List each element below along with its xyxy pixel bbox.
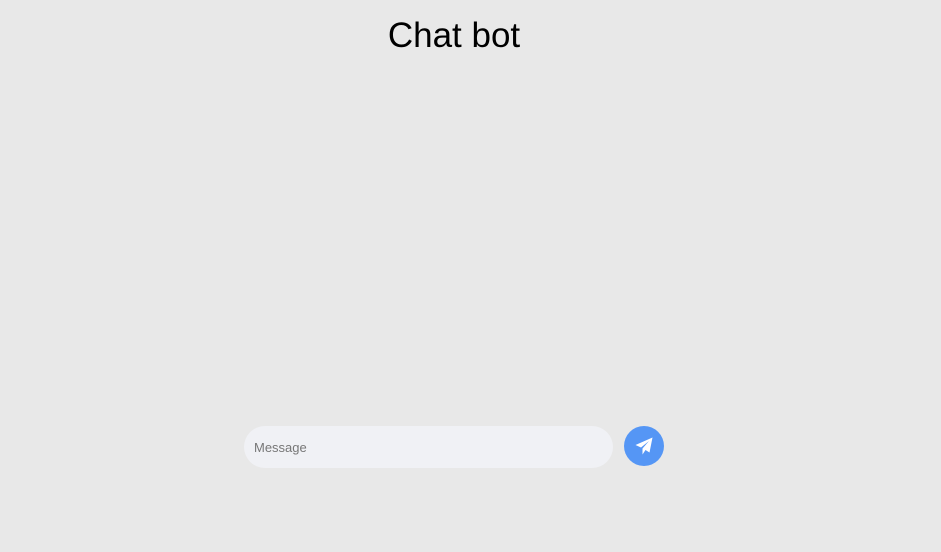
message-composer (244, 426, 664, 468)
message-input[interactable] (244, 426, 613, 468)
chat-messages-area (240, 70, 670, 415)
page-title: Chat bot (387, 16, 521, 55)
send-button[interactable] (624, 426, 664, 466)
paper-plane-icon (634, 436, 654, 456)
